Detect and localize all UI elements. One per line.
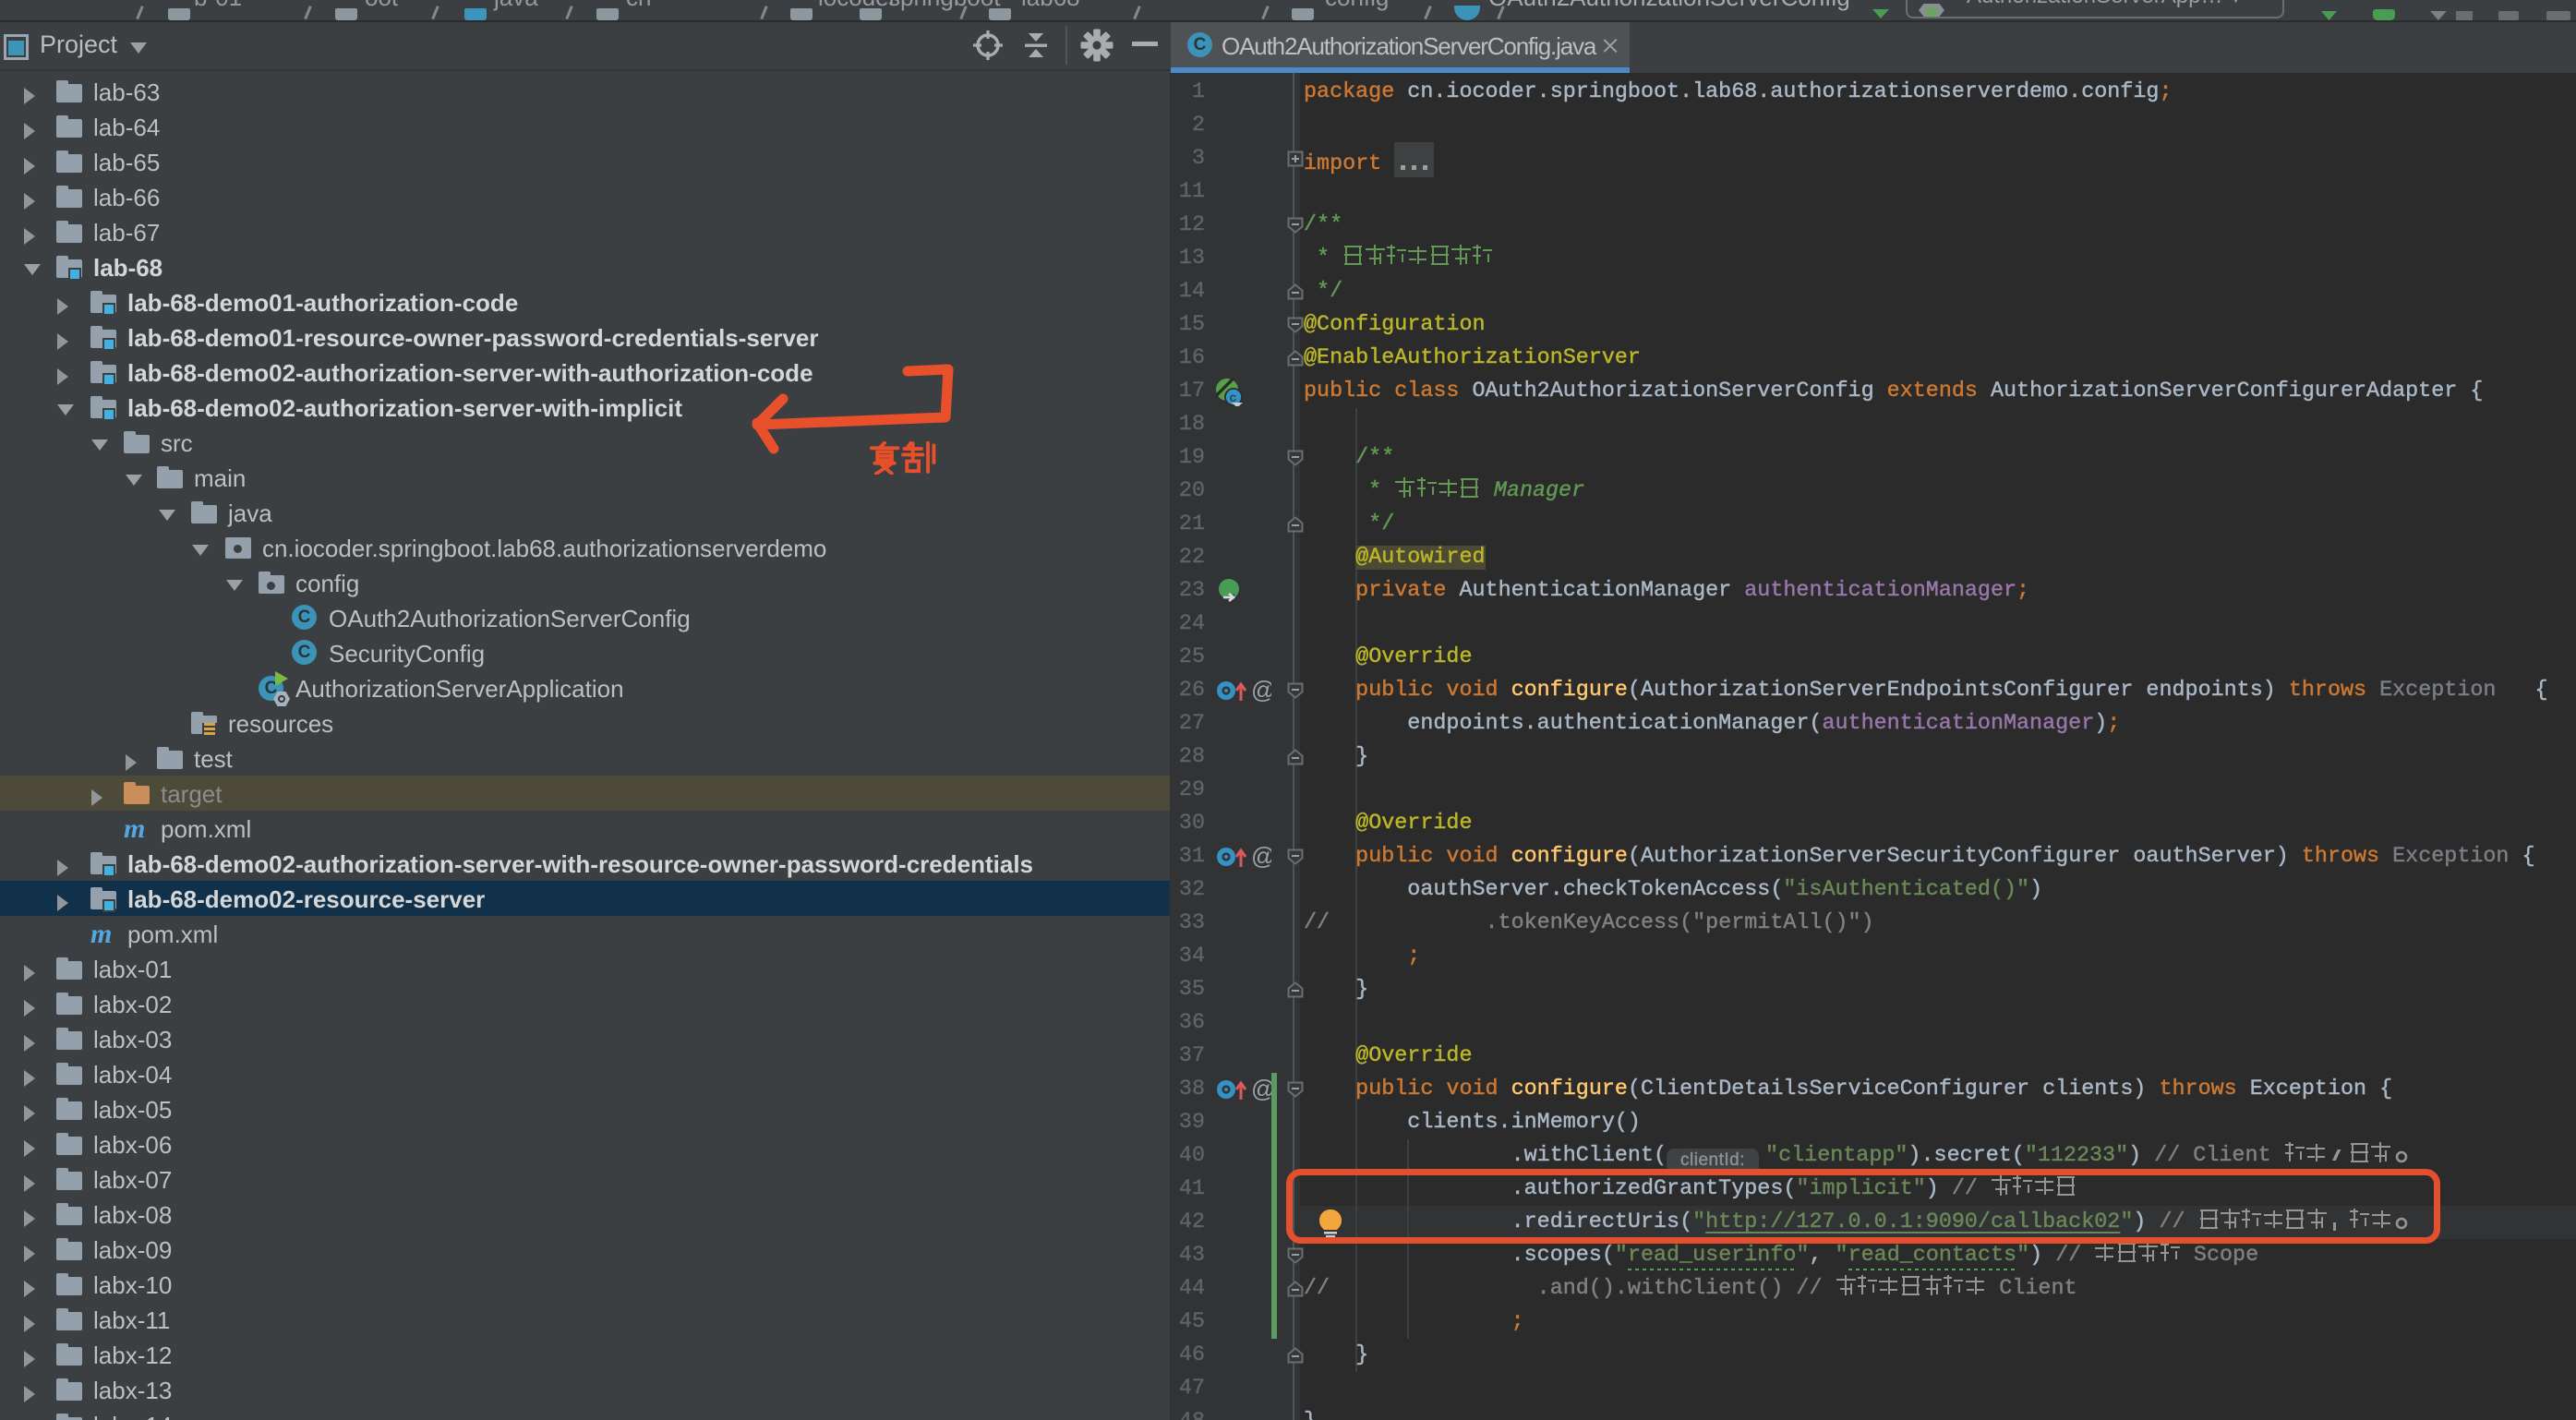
svg-text:@: @ <box>1251 842 1271 870</box>
svg-text:@: @ <box>1251 676 1271 704</box>
svg-text:@: @ <box>1251 1075 1271 1102</box>
